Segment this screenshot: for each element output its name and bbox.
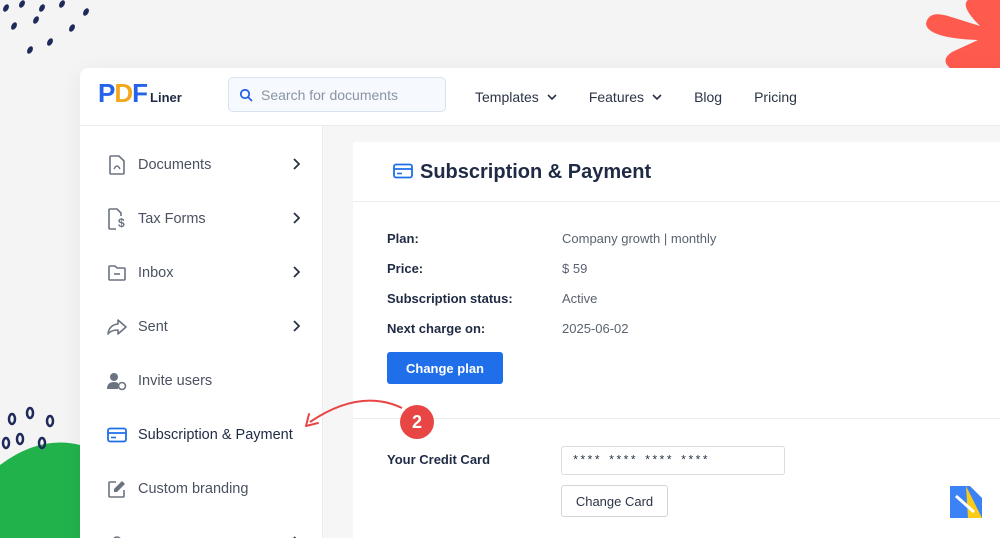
sidebar-item-documents[interactable]: Documents: [106, 150, 302, 180]
sidebar-item-subscription-payment[interactable]: Subscription & Payment: [106, 420, 316, 450]
nav-pricing[interactable]: Pricing: [754, 89, 797, 105]
chevron-right-icon: [293, 212, 300, 224]
nav-templates-label: Templates: [475, 89, 539, 105]
card-header: Subscription & Payment: [353, 142, 1000, 202]
user-icon: [106, 532, 128, 538]
sidebar-item-label: Invite users: [138, 373, 213, 389]
plan-row: Plan: Company growth | monthly: [387, 231, 716, 246]
top-header: PDF Liner Templates Features Blog: [80, 68, 1000, 126]
annotation-arrow: [305, 399, 403, 427]
credit-card-icon: [106, 424, 128, 446]
step-number-badge: 2: [400, 405, 434, 439]
sidebar-item-label: Subscription & Payment: [138, 427, 293, 443]
status-value: Active: [562, 291, 598, 306]
top-right-coral-decoration: [926, 0, 1000, 68]
price-label: Price:: [387, 261, 424, 276]
next-charge-value: 2025-06-02: [562, 321, 629, 336]
status-row: Subscription status: Active: [387, 291, 597, 306]
sidebar-item-custom-branding[interactable]: Custom branding: [106, 474, 302, 504]
edit-icon: [106, 478, 128, 500]
chevron-right-icon: [293, 266, 300, 278]
sidebar-item-inbox[interactable]: Inbox: [106, 258, 302, 288]
nav-features[interactable]: Features: [589, 89, 662, 105]
price-value: $ 59: [562, 261, 588, 276]
app-window: PDF Liner Templates Features Blog: [80, 68, 1000, 538]
price-row: Price: $ 59: [387, 261, 587, 276]
credit-card-label: Your Credit Card: [387, 452, 491, 467]
logo-letter-f: F: [132, 78, 148, 108]
sidebar: Documents $ Tax Forms Inbox Sent Invite …: [80, 126, 323, 538]
inbox-folder-icon: [106, 262, 128, 284]
credit-card-icon: [393, 163, 413, 179]
pdfliner-corner-logo-icon: [946, 482, 986, 522]
svg-text:$: $: [118, 216, 125, 230]
bottom-left-green-decoration: [0, 406, 80, 538]
share-arrow-icon: [106, 316, 128, 338]
status-label: Subscription status:: [387, 291, 513, 306]
subscription-card: Subscription & Payment Plan: Company grow…: [353, 142, 1000, 538]
document-icon: [106, 154, 128, 176]
sidebar-item-tax-forms[interactable]: $ Tax Forms: [106, 204, 302, 234]
chevron-right-icon: [293, 320, 300, 332]
plan-label: Plan:: [387, 231, 419, 246]
change-card-button[interactable]: Change Card: [561, 485, 668, 517]
search-icon: [239, 88, 253, 101]
nav-blog-label: Blog: [694, 89, 723, 105]
next-charge-label: Next charge on:: [387, 321, 486, 336]
sidebar-item-label: Custom branding: [138, 481, 249, 497]
sidebar-item-label: Tax Forms: [138, 211, 206, 227]
change-plan-button[interactable]: Change plan: [387, 352, 503, 384]
sidebar-item-label: Inbox: [138, 265, 174, 281]
credit-card-field[interactable]: [561, 446, 785, 475]
logo-letter-p: P: [98, 78, 115, 108]
search-box[interactable]: [228, 77, 446, 112]
search-input[interactable]: [261, 86, 431, 103]
nav-blog[interactable]: Blog: [694, 89, 722, 105]
sidebar-item-sent[interactable]: Sent: [106, 312, 302, 342]
chevron-right-icon: [293, 158, 300, 170]
top-nav: Templates Features Blog Pricing: [475, 68, 829, 126]
sidebar-item-partial[interactable]: [106, 528, 302, 538]
nav-templates[interactable]: Templates: [475, 89, 557, 105]
logo-liner-text: Liner: [150, 90, 182, 105]
sidebar-item-label: Documents: [138, 157, 212, 173]
nav-features-label: Features: [588, 89, 645, 105]
pdfliner-logo[interactable]: PDF Liner: [98, 80, 182, 106]
sidebar-item-invite-users[interactable]: Invite users: [106, 366, 302, 396]
user-gear-icon: [106, 370, 128, 392]
sidebar-item-label: Sent: [138, 319, 168, 335]
plan-value: Company growth | monthly: [562, 231, 717, 246]
next-charge-row: Next charge on: 2025-06-02: [387, 321, 629, 336]
chevron-down-icon: [652, 94, 662, 100]
logo-mark: PDF: [98, 78, 148, 108]
page-title: Subscription & Payment: [420, 161, 652, 183]
logo-letter-d: D: [114, 78, 133, 108]
top-left-dots-decoration: [3, 0, 89, 54]
chevron-down-icon: [547, 94, 557, 100]
nav-pricing-label: Pricing: [754, 89, 797, 105]
section-divider: [353, 418, 1000, 419]
tax-forms-icon: $: [106, 208, 128, 230]
